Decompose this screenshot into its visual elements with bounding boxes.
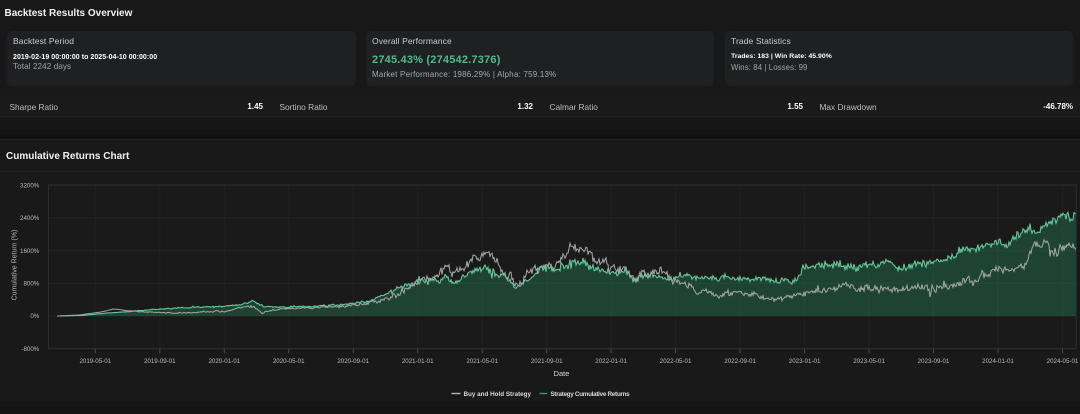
svg-text:2024-01-01: 2024-01-01: [982, 358, 1014, 365]
svg-text:2020-05-01: 2020-05-01: [273, 358, 305, 365]
svg-text:3200%: 3200%: [20, 182, 40, 189]
svg-text:2021-09-01: 2021-09-01: [531, 358, 563, 365]
svg-text:2022-09-01: 2022-09-01: [724, 358, 756, 365]
svg-text:2019-05-01: 2019-05-01: [79, 358, 111, 365]
svg-text:2020-01-01: 2020-01-01: [208, 358, 240, 365]
svg-text:2020-09-01: 2020-09-01: [337, 358, 369, 365]
svg-text:Date: Date: [553, 369, 569, 378]
svg-text:2023-01-01: 2023-01-01: [789, 358, 821, 365]
svg-text:Strategy Cumulative Returns: Strategy Cumulative Returns: [551, 391, 631, 398]
svg-text:2023-05-01: 2023-05-01: [853, 358, 885, 365]
svg-text:2400%: 2400%: [20, 215, 40, 222]
svg-text:-800%: -800%: [21, 346, 39, 353]
svg-text:2021-01-01: 2021-01-01: [402, 358, 434, 365]
svg-text:2019-09-01: 2019-09-01: [144, 358, 176, 365]
svg-text:2024-05-01: 2024-05-01: [1047, 358, 1079, 365]
svg-text:0%: 0%: [30, 313, 39, 320]
svg-text:2021-05-01: 2021-05-01: [466, 358, 498, 365]
svg-text:2022-01-01: 2022-01-01: [595, 358, 627, 365]
svg-text:Buy and Hold Strategy: Buy and Hold Strategy: [464, 391, 532, 398]
svg-text:1600%: 1600%: [20, 248, 40, 255]
svg-text:800%: 800%: [23, 281, 39, 288]
svg-text:Cumulative Return (%): Cumulative Return (%): [12, 230, 19, 301]
svg-text:2022-05-01: 2022-05-01: [660, 358, 692, 365]
svg-text:2023-09-01: 2023-09-01: [918, 358, 950, 365]
